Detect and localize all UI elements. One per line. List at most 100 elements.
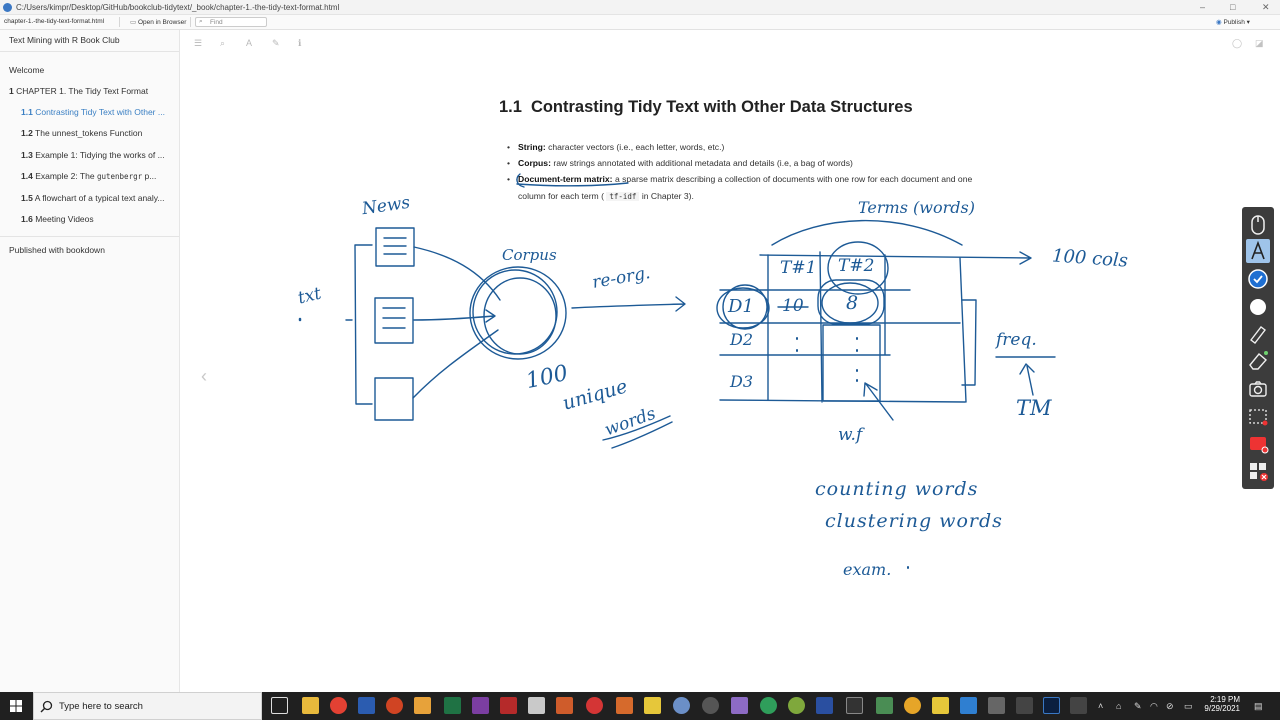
- sidebar-item-chapter-1[interactable]: 1 CHAPTER 1. The Tidy Text Format: [9, 86, 175, 96]
- share-icon[interactable]: ◪: [1255, 38, 1264, 49]
- app-icon[interactable]: [988, 697, 1005, 714]
- label-d1: D1: [728, 296, 754, 317]
- mendeley-icon[interactable]: [500, 697, 517, 714]
- app-icon[interactable]: [904, 697, 921, 714]
- taskbar-search-input[interactable]: Type here to search: [33, 692, 262, 720]
- book-title-link[interactable]: Text Mining with R Book Club: [9, 35, 175, 45]
- folder-icon[interactable]: [414, 697, 431, 714]
- sidebar-item-1-5[interactable]: 1.5 A flowchart of a typical text analy.…: [21, 193, 171, 203]
- slack-icon[interactable]: [702, 697, 719, 714]
- qgis-icon[interactable]: [788, 697, 805, 714]
- section-number: 1.1: [21, 107, 33, 117]
- window-path: C:/Users/kimpr/Desktop/GitHub/bookclub-t…: [16, 3, 340, 12]
- selection-icon[interactable]: [1246, 405, 1270, 429]
- word-icon[interactable]: [358, 697, 375, 714]
- toggle-sidebar-icon[interactable]: ☰: [194, 38, 202, 49]
- white-dot-icon[interactable]: [1246, 295, 1270, 319]
- check-circle-icon[interactable]: [1246, 267, 1270, 291]
- search-icon: [40, 700, 53, 713]
- onenote-icon[interactable]: [472, 697, 489, 714]
- definition: character vectors (i.e., each letter, wo…: [548, 142, 725, 152]
- email-icon[interactable]: [586, 697, 603, 714]
- sidebar-item-welcome[interactable]: Welcome: [9, 65, 175, 75]
- clock-time: 2:19 PM: [1210, 695, 1240, 704]
- file-explorer-icon[interactable]: [302, 697, 319, 714]
- photoshop-icon[interactable]: [1043, 697, 1060, 714]
- term: Document-term matrix:: [518, 174, 613, 185]
- section-label: Example 1: Tidying the works of ...: [35, 150, 165, 160]
- app-icon[interactable]: [846, 697, 863, 714]
- notification-icon[interactable]: ▤: [1254, 701, 1263, 712]
- windows-close-icon[interactable]: [1246, 459, 1270, 483]
- info-icon[interactable]: ℹ: [298, 38, 301, 49]
- label-exam: exam.: [843, 560, 892, 579]
- publish-icon: ◉: [1216, 19, 1222, 26]
- definition: raw strings annotated with additional me…: [553, 158, 853, 169]
- section-number: 1.3: [21, 150, 33, 160]
- open-in-browser-button[interactable]: ▭ Open in Browser: [130, 18, 186, 26]
- section-number: 1.5: [21, 193, 33, 203]
- app-icon[interactable]: [760, 697, 777, 714]
- search-icon: ⌕: [199, 18, 203, 25]
- windows-start-icon[interactable]: [0, 692, 32, 720]
- label-8: 8: [846, 292, 859, 314]
- github-icon[interactable]: ◯: [1232, 38, 1242, 49]
- sidebar-item-1-4[interactable]: 1.4 Example 2: The gutenbergr p...: [21, 171, 171, 181]
- rstudio-icon[interactable]: [673, 697, 690, 714]
- keyboard-icon[interactable]: ▭: [1184, 701, 1193, 712]
- maximize-icon[interactable]: □: [1230, 2, 1235, 12]
- chrome-icon[interactable]: [330, 697, 347, 714]
- section-number: 1.6: [21, 214, 33, 224]
- text-tool-icon[interactable]: [1246, 239, 1270, 263]
- app-icon[interactable]: [1016, 697, 1033, 714]
- app-icon[interactable]: [731, 697, 748, 714]
- powerpoint-icon[interactable]: [386, 697, 403, 714]
- mute-icon[interactable]: ⊘: [1166, 701, 1174, 712]
- file-tab[interactable]: chapter-1.-the-tidy-text-format.html: [4, 18, 104, 25]
- excel-icon[interactable]: [444, 697, 461, 714]
- published-with-bookdown-link[interactable]: Published with bookdown: [9, 245, 175, 255]
- mouse-icon[interactable]: [1246, 213, 1270, 237]
- acrobat-icon[interactable]: [528, 697, 545, 714]
- sidebar-item-1-1[interactable]: 1.1 Contrasting Tidy Text with Other ...: [21, 107, 171, 117]
- font-settings-icon[interactable]: A: [246, 38, 252, 48]
- sidebar-item-1-6[interactable]: 1.6 Meeting Videos: [21, 214, 171, 224]
- app-icon[interactable]: [616, 697, 633, 714]
- sidebar-item-1-3[interactable]: 1.3 Example 1: Tidying the works of ...: [21, 150, 171, 160]
- app-icon[interactable]: [876, 697, 893, 714]
- toolbar-divider: [190, 17, 191, 27]
- publish-label: Publish: [1223, 19, 1245, 26]
- minimize-icon[interactable]: –: [1200, 2, 1205, 12]
- sidebar-item-1-2[interactable]: 1.2 The unnest_tokens Function: [21, 128, 171, 138]
- pen-icon[interactable]: ✎: [1134, 701, 1142, 712]
- annotation-toolbar: [1242, 207, 1274, 489]
- label-tm: TM: [1016, 396, 1052, 420]
- chapter-number: 1: [9, 86, 14, 96]
- app-icon[interactable]: [960, 697, 977, 714]
- highlighter-icon[interactable]: [1246, 321, 1270, 345]
- list-item: Corpus: raw strings annotated with addit…: [503, 155, 973, 171]
- search-icon[interactable]: ⌕: [220, 38, 225, 49]
- warning-app-icon[interactable]: [644, 697, 661, 714]
- publish-button[interactable]: ◉ Publish ▾: [1216, 18, 1250, 26]
- label-d2: D2: [730, 330, 754, 349]
- edit-icon[interactable]: ✎: [272, 38, 280, 49]
- eraser-icon[interactable]: [1246, 349, 1270, 373]
- find-input[interactable]: ⌕ Find: [195, 17, 267, 27]
- close-icon[interactable]: ✕: [1262, 2, 1270, 13]
- clock[interactable]: 2:19 PM 9/29/2021: [1196, 695, 1240, 713]
- window-title-bar: C:/Users/kimpr/Desktop/GitHub/bookclub-t…: [0, 0, 1280, 15]
- task-view-icon[interactable]: [271, 697, 288, 714]
- app-icon[interactable]: [1070, 697, 1087, 714]
- calculator-icon[interactable]: [556, 697, 573, 714]
- previous-page-arrow[interactable]: ‹: [201, 366, 207, 387]
- book-content: ☰ ⌕ A ✎ ℹ ◯ ◪ ‹ 1.1 Contrasting Tidy Text…: [181, 30, 1280, 692]
- app-icon[interactable]: [932, 697, 949, 714]
- network-icon[interactable]: ⌂: [1116, 701, 1121, 711]
- wifi-icon[interactable]: ◠: [1150, 701, 1158, 712]
- label-clustering: clustering words: [825, 510, 1003, 532]
- chevron-up-icon[interactable]: ˄: [1098, 701, 1103, 711]
- app-icon[interactable]: [816, 697, 833, 714]
- record-icon[interactable]: [1246, 432, 1270, 456]
- camera-icon[interactable]: [1246, 377, 1270, 401]
